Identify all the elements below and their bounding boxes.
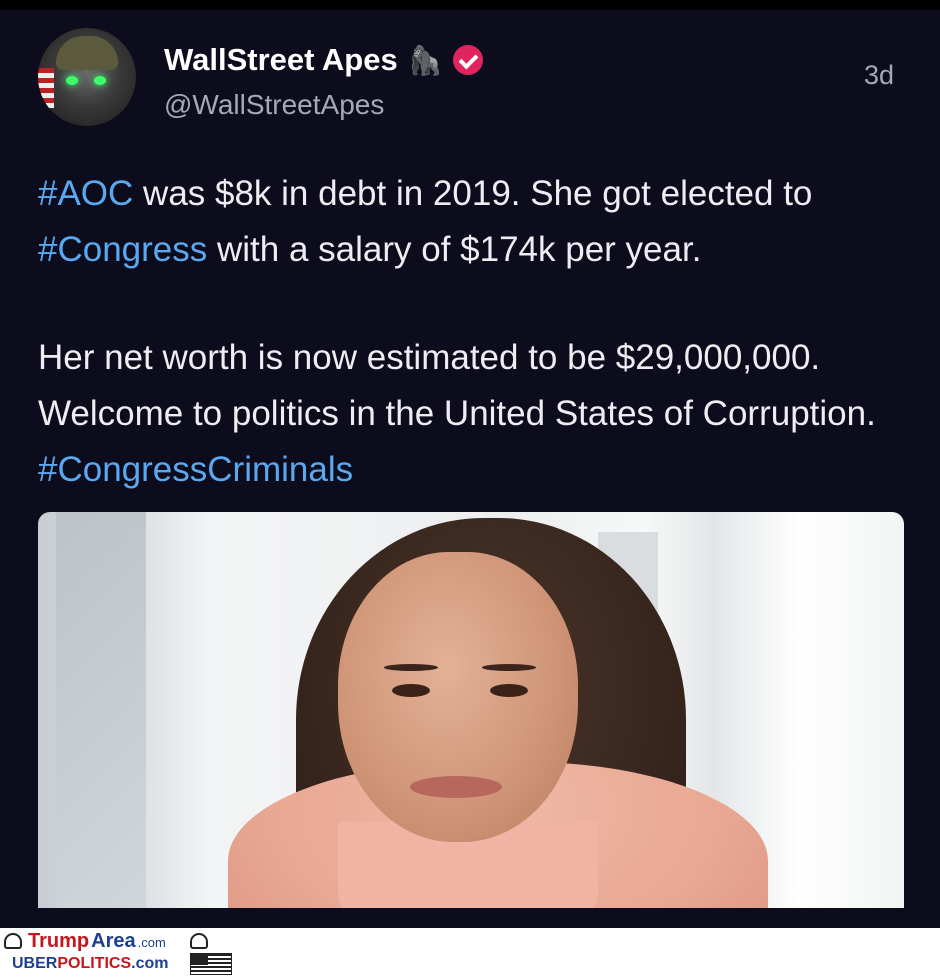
cap-icon (190, 933, 208, 949)
avatar-eye-left (66, 76, 78, 85)
tweet-card: WallStreet Apes 🦍 @WallStreetApes 3d #AO… (0, 0, 940, 928)
handle[interactable]: @WallStreetApes (164, 89, 384, 121)
photo-brow-left (384, 664, 438, 671)
flag-icon (38, 68, 54, 108)
gorilla-icon: 🦍 (407, 44, 443, 76)
text-segment: with a salary of $174k per year. (207, 230, 702, 269)
display-name[interactable]: WallStreet Apes (164, 42, 398, 78)
watermark-com-text: .com (137, 935, 166, 950)
watermark-politics-text: POLITICS (57, 955, 132, 972)
cap-icon (4, 933, 22, 949)
watermark-trumparea: Trump Area .com (28, 930, 166, 953)
text-segment: Her net worth is now estimated to be $29… (38, 338, 876, 433)
us-flag-icon (190, 953, 232, 975)
avatar-eye-right (94, 76, 106, 85)
hashtag-link[interactable]: #Congress (38, 230, 207, 269)
helmet-icon (56, 36, 118, 70)
watermark-area-text: Area (91, 930, 136, 952)
text-segment: was $8k in debt in 2019. She got elected… (133, 174, 813, 213)
watermark-com2-text: .com (131, 955, 169, 972)
photo-eye-right (490, 684, 528, 697)
photo-brow-right (482, 664, 536, 671)
watermark-uberpolitics: UBERPOLITICS.com (12, 955, 168, 973)
author-row: WallStreet Apes 🦍 (164, 40, 483, 80)
avatar[interactable] (38, 28, 136, 126)
hashtag-link[interactable]: #AOC (38, 174, 133, 213)
photo-face (338, 552, 578, 842)
photo-eye-left (392, 684, 430, 697)
watermark-uber-text: UBER (12, 955, 58, 972)
photo-background-column (56, 512, 146, 908)
timestamp[interactable]: 3d (864, 60, 894, 91)
post-photo[interactable] (38, 512, 904, 908)
watermark-trump-text: Trump (28, 930, 90, 952)
hashtag-link[interactable]: #CongressCriminals (38, 450, 353, 489)
top-bar (0, 0, 940, 10)
verified-badge-icon (452, 45, 483, 75)
post-paragraph-2: Her net worth is now estimated to be $29… (38, 330, 908, 498)
post-paragraph-1: #AOC was $8k in debt in 2019. She got el… (38, 166, 908, 278)
photo-lips (410, 776, 502, 798)
